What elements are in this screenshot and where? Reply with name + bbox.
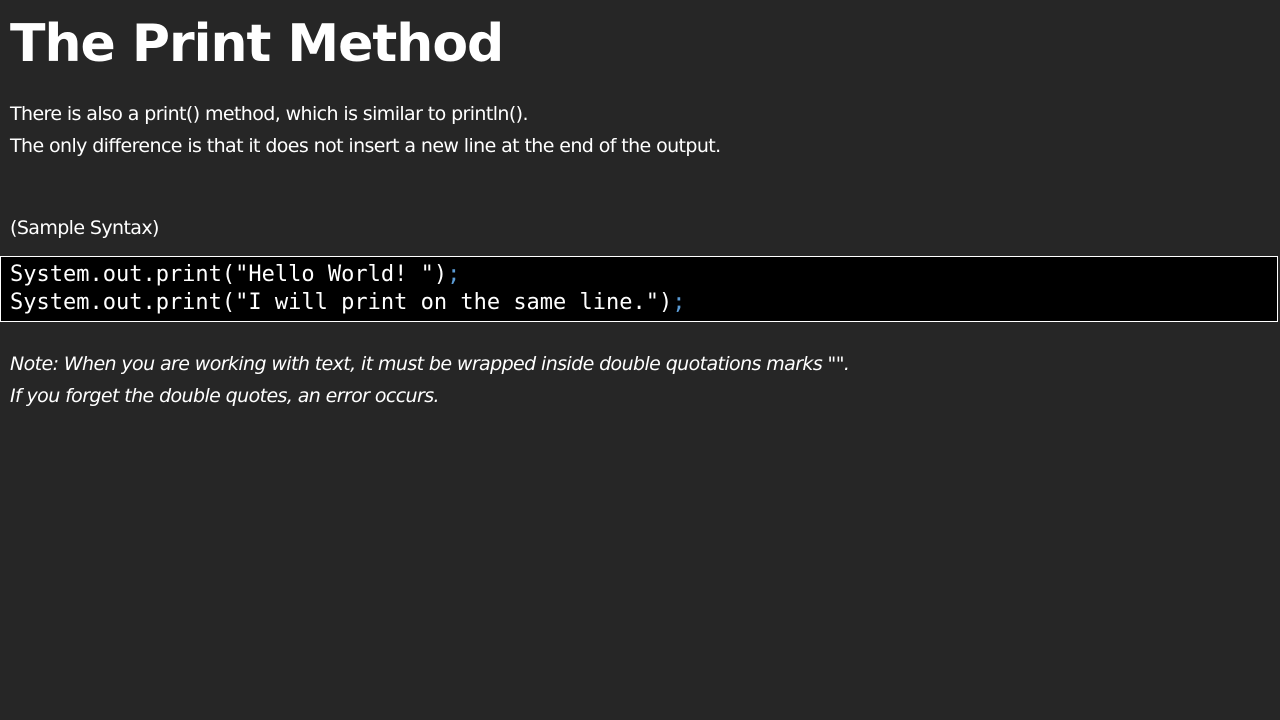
page-title: The Print Method	[10, 14, 504, 74]
sample-syntax-label: (Sample Syntax)	[10, 217, 159, 239]
intro-line-2: The only difference is that it does not …	[10, 135, 721, 157]
code-line-2: System.out.print("I will print on the sa…	[10, 289, 1277, 317]
note-line-1: Note: When you are working with text, it…	[10, 353, 850, 375]
slide: The Print Method There is also a print()…	[0, 0, 1280, 720]
intro-line-1: There is also a print() method, which is…	[10, 103, 529, 125]
code-line-1: System.out.print("Hello World! ");	[10, 261, 1277, 289]
note-paragraph: Note: When you are working with text, it…	[10, 348, 850, 412]
code-line-1-text: System.out.print("Hello World! ")	[10, 262, 448, 287]
note-line-2: If you forget the double quotes, an erro…	[10, 385, 440, 407]
code-block: System.out.print("Hello World! "); Syste…	[0, 256, 1278, 322]
code-line-2-text: System.out.print("I will print on the sa…	[10, 290, 673, 315]
code-semicolon: ;	[672, 290, 686, 315]
intro-paragraph: There is also a print() method, which is…	[10, 98, 721, 162]
code-semicolon: ;	[447, 262, 461, 287]
